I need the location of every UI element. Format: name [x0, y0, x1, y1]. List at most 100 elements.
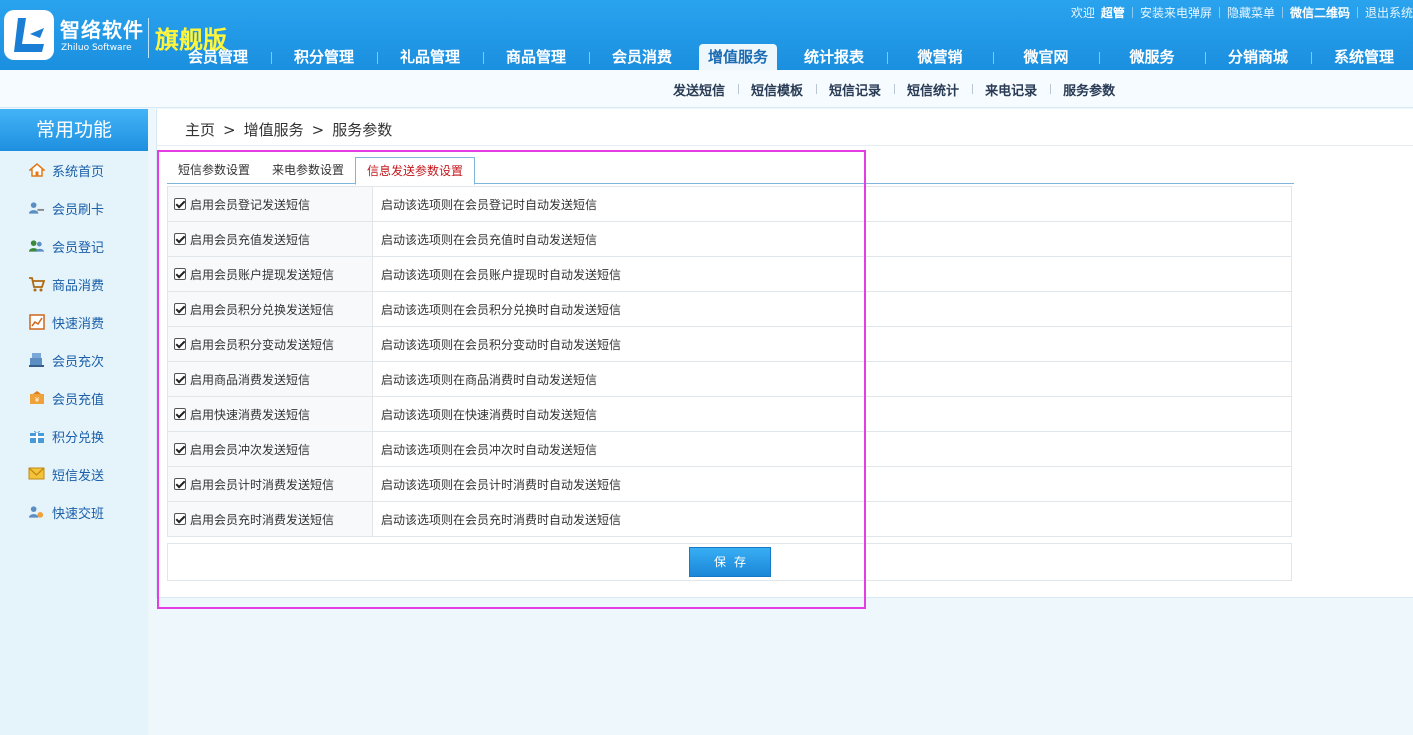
setting-label[interactable]: 启用会员充时消费发送短信: [190, 513, 334, 527]
subnav-item-0[interactable]: 发送短信: [664, 80, 734, 99]
setting-label[interactable]: 启用会员积分兑换发送短信: [190, 303, 334, 317]
nav-item-0[interactable]: 会员管理: [165, 44, 271, 70]
nav-item-9[interactable]: 微服务: [1099, 44, 1205, 70]
sidebar-item-label: 商品消费: [52, 278, 105, 294]
subnav-item-3[interactable]: 短信统计: [894, 80, 968, 99]
subnav-item-1[interactable]: 短信模板: [738, 80, 812, 99]
save-row: 保存: [167, 543, 1292, 581]
table-row: 启用会员积分兑换发送短信 启动该选项则在会员积分兑换时自动发送短信: [167, 291, 1292, 327]
nav-item-5[interactable]: 增值服务: [699, 44, 777, 70]
nav-item-11[interactable]: 系统管理: [1311, 44, 1413, 70]
breadcrumb-home[interactable]: 主页: [185, 121, 215, 139]
sidebar-item-1[interactable]: 会员刷卡: [0, 189, 148, 227]
sidebar-item-4[interactable]: 快速消费: [0, 303, 148, 341]
brand-english-name: Zhiluo Software: [61, 43, 132, 53]
setting-label[interactable]: 启用会员计时消费发送短信: [190, 478, 334, 492]
breadcrumb-separator: >: [223, 121, 236, 139]
member-register-icon: [28, 238, 45, 255]
tab-0[interactable]: 短信参数设置: [167, 157, 261, 184]
sidebar-item-label: 会员刷卡: [52, 202, 105, 218]
header: 智络软件 Zhiluo Software 旗舰版 欢迎 超管 安装来电弹屏 隐藏…: [0, 0, 1413, 70]
setting-checkbox[interactable]: [174, 268, 186, 280]
sidebar-item-label: 短信发送: [52, 468, 105, 484]
sidebar-item-7[interactable]: 积分兑换: [0, 417, 148, 455]
nav-item-10[interactable]: 分销商城: [1205, 44, 1311, 70]
welcome-text: 欢迎: [1070, 5, 1095, 20]
install-popup-link[interactable]: 安装来电弹屏: [1140, 4, 1212, 21]
wechat-qr-link[interactable]: 微信二维码: [1290, 4, 1350, 21]
table-row: 启用快速消费发送短信 启动该选项则在快速消费时自动发送短信: [167, 396, 1292, 432]
sidebar-item-8[interactable]: 短信发送: [0, 455, 148, 493]
mail-icon: [28, 466, 45, 483]
logo-icon: [14, 18, 44, 52]
setting-checkbox[interactable]: [174, 198, 186, 210]
sidebar-item-0[interactable]: 系统首页: [0, 151, 148, 189]
topbar-divider: [1356, 6, 1358, 18]
setting-label[interactable]: 启用商品消费发送短信: [190, 373, 310, 387]
sidebar-item-label: 会员充值: [52, 392, 105, 408]
settings-table: 启用会员登记发送短信 启动该选项则在会员登记时自动发送短信启用会员充值发送短信启动…: [167, 186, 1292, 537]
sidebar-item-6[interactable]: ¥ 会员充值: [0, 379, 148, 417]
breadcrumb-divider: [157, 145, 1413, 146]
topbar-divider: [1281, 6, 1283, 18]
setting-checkbox[interactable]: [174, 513, 186, 525]
subnav-item-2[interactable]: 短信记录: [816, 80, 890, 99]
table-row: 启用会员积分变动发送短信 启动该选项则在会员积分变动时自动发送短信: [167, 326, 1292, 362]
breadcrumb-level1[interactable]: 增值服务: [244, 121, 304, 139]
save-button[interactable]: 保存: [689, 547, 771, 577]
setting-label[interactable]: 启用会员账户提现发送短信: [190, 268, 334, 282]
setting-description: 启动该选项则在会员计时消费时自动发送短信: [372, 466, 1292, 502]
setting-checkbox[interactable]: [174, 478, 186, 490]
tab-2[interactable]: 信息发送参数设置: [355, 157, 476, 185]
nav-item-4[interactable]: 会员消费: [589, 44, 695, 70]
setting-description: 启动该选项则在会员充时消费时自动发送短信: [372, 501, 1292, 537]
setting-description: 启动该选项则在会员冲次时自动发送短信: [372, 431, 1292, 467]
sidebar-item-2[interactable]: 会员登记: [0, 227, 148, 265]
nav-item-8[interactable]: 微官网: [993, 44, 1099, 70]
nav-item-2[interactable]: 礼品管理: [377, 44, 483, 70]
tab-1[interactable]: 来电参数设置: [261, 157, 355, 184]
nav-item-7[interactable]: 微营销: [887, 44, 993, 70]
main-panel: 主页 > 增值服务 > 服务参数 短信参数设置 来电参数设置 信息发送参数设置 启用会员登记…: [156, 109, 1413, 598]
table-row: 启用商品消费发送短信 启动该选项则在商品消费时自动发送短信: [167, 361, 1292, 397]
setting-label[interactable]: 启用会员积分变动发送短信: [190, 338, 334, 352]
register-icon: [28, 352, 45, 369]
topbar-divider: [1218, 6, 1220, 18]
sidebar-item-3[interactable]: 商品消费: [0, 265, 148, 303]
setting-checkbox[interactable]: [174, 443, 186, 455]
subnav-item-5[interactable]: 服务参数: [1050, 80, 1124, 99]
logout-link[interactable]: 退出系统: [1365, 4, 1413, 21]
handover-icon: [28, 504, 45, 521]
chart-icon: [28, 314, 45, 331]
setting-checkbox[interactable]: [174, 373, 186, 385]
breadcrumb: 主页 > 增值服务 > 服务参数: [185, 119, 392, 140]
setting-checkbox[interactable]: [174, 233, 186, 245]
setting-description: 启动该选项则在会员登记时自动发送短信: [372, 186, 1292, 222]
sidebar-item-5[interactable]: 会员充次: [0, 341, 148, 379]
nav-item-3[interactable]: 商品管理: [483, 44, 589, 70]
setting-label[interactable]: 启用会员登记发送短信: [190, 198, 310, 212]
setting-checkbox[interactable]: [174, 338, 186, 350]
main-nav: 会员管理 积分管理 礼品管理 商品管理 会员消费 增值服务 统计报表 微营销 微官网 微服务 分销商…: [165, 44, 1413, 70]
breadcrumb-separator: >: [311, 121, 325, 139]
sidebar-item-label: 快速消费: [52, 316, 105, 332]
breadcrumb-level2: 服务参数: [332, 121, 393, 139]
setting-checkbox[interactable]: [174, 408, 186, 420]
sidebar-item-label: 快速交班: [52, 506, 105, 522]
setting-label[interactable]: 启用会员冲次发送短信: [190, 443, 310, 457]
top-bar: 欢迎 超管 安装来电弹屏 隐藏菜单 微信二维码 退出系统: [1071, 4, 1413, 20]
nav-item-1[interactable]: 积分管理: [271, 44, 377, 70]
sidebar-item-label: 系统首页: [52, 164, 105, 180]
brand-name: 智络软件: [60, 18, 144, 42]
sidebar-item-9[interactable]: 快速交班: [0, 493, 148, 531]
hide-menu-link[interactable]: 隐藏菜单: [1227, 4, 1275, 21]
setting-description: 启动该选项则在会员积分变动时自动发送短信: [372, 326, 1292, 362]
nav-item-6[interactable]: 统计报表: [781, 44, 887, 70]
setting-checkbox[interactable]: [174, 303, 186, 315]
gift-icon: [28, 428, 45, 445]
subnav-item-4[interactable]: 来电记录: [972, 80, 1046, 99]
table-row: 启用会员计时消费发送短信 启动该选项则在会员计时消费时自动发送短信: [167, 466, 1292, 502]
setting-label[interactable]: 启用会员充值发送短信: [190, 233, 310, 247]
topbar-divider: [1131, 6, 1133, 18]
setting-label[interactable]: 启用快速消费发送短信: [190, 408, 310, 422]
